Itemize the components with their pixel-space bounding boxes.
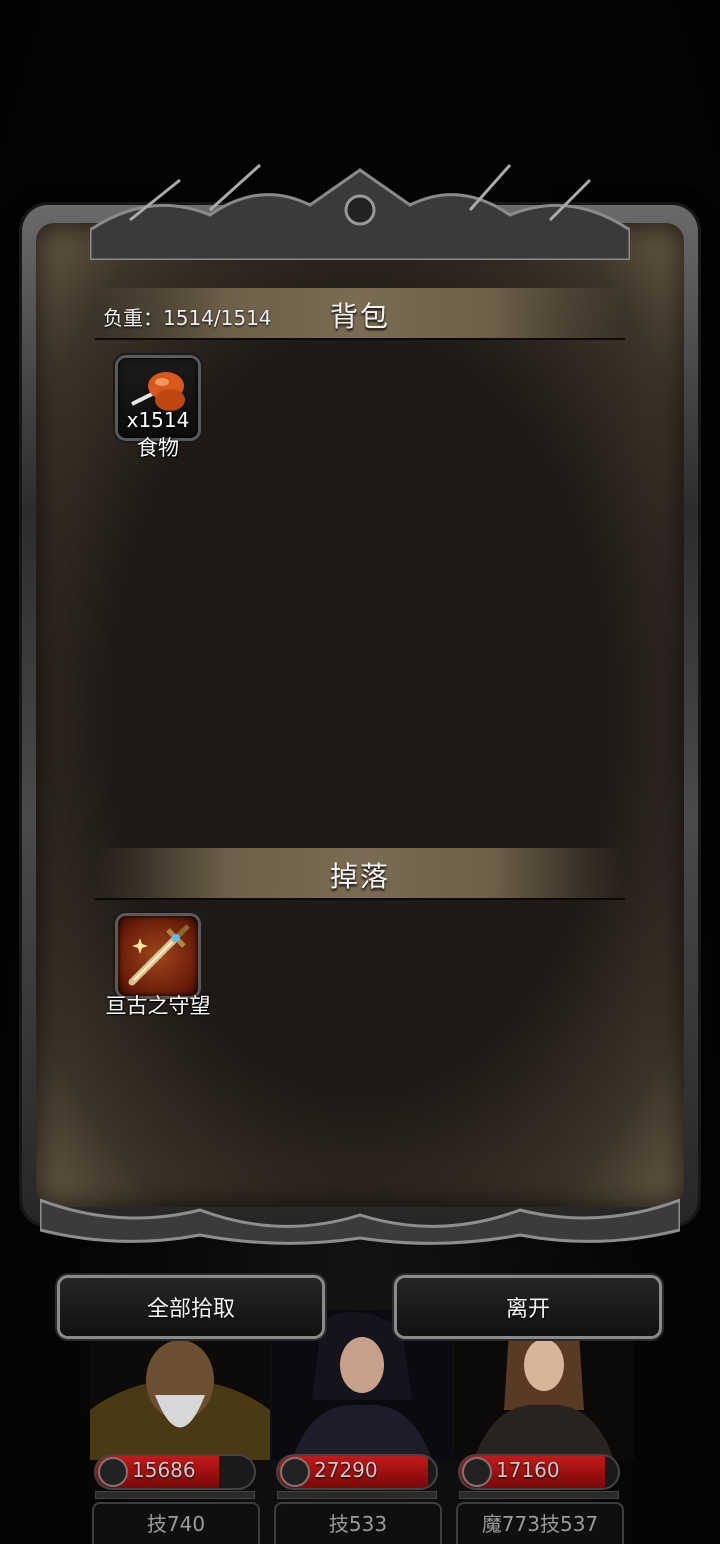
inventory-title: 背包: [329, 300, 390, 333]
item-name: 食物: [137, 436, 179, 460]
inventory-header: 负重：1514/1514 背包: [95, 288, 625, 340]
frame-crest-top: [90, 163, 630, 260]
pickup-all-button[interactable]: 全部拾取: [60, 1278, 322, 1336]
hp-value: 15686: [132, 1458, 196, 1482]
hp-icon: [282, 1459, 308, 1485]
party-member[interactable]: 15686 技740: [90, 1310, 270, 1544]
stat-label: 技740: [94, 1504, 258, 1544]
loot-header: 掉落: [95, 848, 625, 900]
mp-bar: [278, 1492, 436, 1498]
mp-bar: [460, 1492, 618, 1498]
sword-icon: [128, 924, 190, 986]
hp-bar: 27290: [278, 1456, 436, 1488]
hp-bar: 17160: [460, 1456, 618, 1488]
inventory-item-food[interactable]: x1514: [118, 358, 198, 438]
party-member[interactable]: 27290 技533: [272, 1310, 452, 1544]
hp-value: 27290: [314, 1458, 378, 1482]
hp-value: 17160: [496, 1458, 560, 1482]
mp-bar: [96, 1492, 254, 1498]
leave-button[interactable]: 离开: [397, 1278, 659, 1336]
stat-label: 魔773技537: [458, 1504, 622, 1544]
hp-bar: 15686: [96, 1456, 254, 1488]
hp-icon: [464, 1459, 490, 1485]
loot-title: 掉落: [329, 860, 390, 893]
frame-crest-bottom: [40, 1198, 680, 1245]
hp-icon: [100, 1459, 126, 1485]
loot-item-sword[interactable]: [118, 916, 198, 996]
party-member[interactable]: 17160 魔773技537: [454, 1310, 634, 1544]
stat-label: 技533: [276, 1504, 440, 1544]
item-count: x1514: [126, 408, 190, 432]
item-name: 亘古之守望: [105, 994, 211, 1018]
